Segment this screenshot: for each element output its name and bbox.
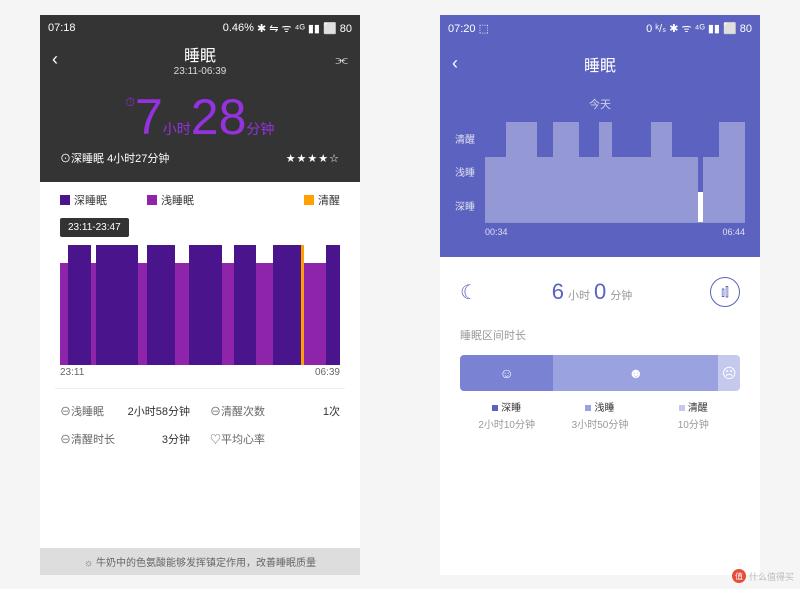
chart-tooltip: 23:11-23:47 bbox=[60, 218, 129, 237]
total-sleep-time: ⏱7小时28分钟 bbox=[40, 88, 360, 146]
light-segment: ☻ bbox=[553, 355, 718, 391]
sleep-chart[interactable]: 清醒浅睡深睡 00:3406:44 bbox=[455, 122, 745, 242]
status-time: 07:18 bbox=[48, 22, 76, 34]
hero-section: ⏱7小时28分钟 ⊙深睡眠 4小时27分钟 ★★★★☆ bbox=[40, 78, 360, 182]
back-icon[interactable]: ‹ bbox=[452, 53, 458, 74]
back-icon[interactable]: ‹ bbox=[52, 49, 58, 70]
sleep-tip: ☼ 牛奶中的色氨酸能够发挥镇定作用，改善睡眠质量 bbox=[40, 548, 360, 575]
breakdown-bar: ☺ ☻ ☹ bbox=[460, 355, 740, 391]
sleep-chart[interactable] bbox=[60, 245, 340, 365]
status-bar: 07:18 0.46% ✱ ⇋ ᯤ ⁴ᴳ ▮▮ ⬜ 80 bbox=[40, 15, 360, 41]
stats-grid: ⊖浅睡眠2小时58分钟 ⊖清醒次数1次 ⊖清醒时长3分钟 ♡平均心率 bbox=[40, 389, 360, 461]
phone-right: 07:20 ⬚ 0 ᵏ/ₛ ✱ ᯤ ⁴ᴳ ▮▮ ⬜ 80 ‹ 睡眠 今天 清醒浅… bbox=[440, 15, 760, 575]
breakdown-legend: 深睡2小时10分钟 浅睡3小时50分钟 清醒10分钟 bbox=[440, 399, 760, 431]
page-title: 睡眠 bbox=[174, 42, 227, 66]
status-bar: 07:20 ⬚ 0 ᵏ/ₛ ✱ ᯤ ⁴ᴳ ▮▮ ⬜ 80 bbox=[440, 15, 760, 41]
header: ‹ 睡眠 23:11-06:39 ⫘ bbox=[40, 41, 360, 78]
status-time: 07:20 ⬚ bbox=[448, 22, 489, 35]
deep-segment: ☺ bbox=[460, 355, 553, 391]
rating-stars: ★★★★☆ bbox=[286, 152, 340, 165]
share-icon[interactable]: ⫘ bbox=[335, 51, 348, 68]
deep-sleep-value: 4小时27分钟 bbox=[107, 153, 169, 165]
today-label: 今天 bbox=[455, 96, 745, 112]
summary-row: ☾ 6小时0分钟 ⫾⫿ bbox=[440, 257, 760, 327]
header: ‹ 睡眠 bbox=[440, 41, 760, 86]
deep-sleep-label: ⊙深睡眠 bbox=[60, 153, 104, 165]
hero-section: 今天 清醒浅睡深睡 00:3406:44 bbox=[440, 86, 760, 257]
total-sleep-time: 6小时0分钟 bbox=[552, 279, 637, 305]
stats-button[interactable]: ⫾⫿ bbox=[710, 277, 740, 307]
section-title: 睡眠区间时长 bbox=[440, 327, 760, 343]
time-range: 23:11-06:39 bbox=[174, 66, 227, 77]
moon-icon: ☾ bbox=[460, 280, 478, 305]
phone-left: 07:18 0.46% ✱ ⇋ ᯤ ⁴ᴳ ▮▮ ⬜ 80 ‹ 睡眠 23:11-… bbox=[40, 15, 360, 575]
watermark: 值什么值得买 bbox=[732, 569, 794, 583]
awake-segment: ☹ bbox=[718, 355, 740, 391]
page-title: 睡眠 bbox=[584, 52, 616, 76]
chart-x-axis: 23:1106:39 bbox=[40, 365, 360, 388]
chart-legend: 深睡眠 浅睡眠 清醒 bbox=[40, 182, 360, 218]
